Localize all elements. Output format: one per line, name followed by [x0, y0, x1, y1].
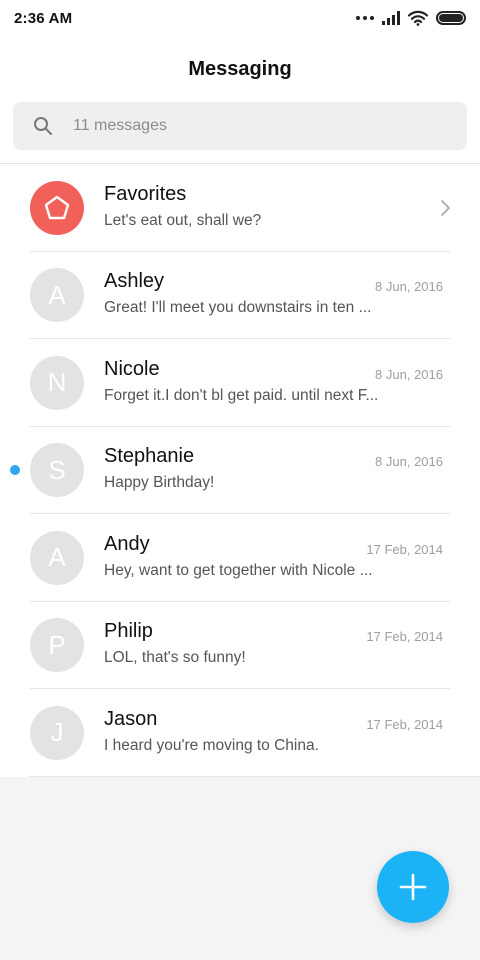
conversation-list: Favorites Let's eat out, shall we? A Ash… — [0, 163, 480, 777]
conversation-text: Andy Hey, want to get together with Nico… — [104, 531, 444, 583]
favorites-avatar — [30, 180, 84, 235]
chevron-right-icon — [441, 199, 450, 216]
message-date: 17 Feb, 2014 — [366, 541, 443, 557]
status-bar: 2:36 AM — [0, 0, 480, 36]
avatar: A — [30, 530, 84, 585]
title-bar: Messaging — [0, 36, 480, 102]
message-preview: Hey, want to get together with Nicole ..… — [104, 561, 373, 579]
favorites-preview: Let's eat out, shall we? — [104, 211, 262, 229]
status-time: 2:36 AM — [14, 9, 73, 27]
conversation-text: Jason I heard you're moving to China. — [104, 706, 444, 758]
compose-button[interactable] — [377, 851, 449, 923]
search-placeholder: 11 messages — [73, 117, 167, 134]
conversation-text: Stephanie Happy Birthday! — [104, 443, 444, 495]
favorites-row[interactable]: Favorites Let's eat out, shall we? — [0, 164, 480, 252]
conversation-row-ashley[interactable]: A Ashley Great! I'll meet you downstairs… — [0, 252, 480, 340]
message-preview: I heard you're moving to China. — [104, 736, 319, 754]
message-preview: LOL, that's so funny! — [104, 649, 246, 667]
page-title: Messaging — [188, 57, 292, 80]
message-date: 8 Jun, 2016 — [375, 454, 443, 470]
avatar: A — [30, 268, 84, 323]
conversation-row-andy[interactable]: A Andy Hey, want to get together with Ni… — [0, 514, 480, 602]
search-icon — [34, 117, 52, 135]
message-date: 8 Jun, 2016 — [375, 366, 443, 382]
avatar: S — [30, 443, 84, 498]
message-preview: Forget it.I don't bl get paid. until nex… — [104, 386, 379, 404]
message-preview: Great! I'll meet you downstairs in ten .… — [104, 299, 372, 317]
conversation-text: Philip LOL, that's so funny! — [104, 618, 444, 670]
avatar: N — [30, 355, 84, 410]
status-icons — [356, 10, 466, 26]
message-date: 17 Feb, 2014 — [366, 716, 443, 732]
message-date: 8 Jun, 2016 — [375, 279, 443, 295]
conversation-row-nicole[interactable]: N Nicole Forget it.I don't bl get paid. … — [0, 339, 480, 427]
message-preview: Happy Birthday! — [104, 474, 215, 492]
search-container: 11 messages — [0, 102, 480, 163]
pentagon-icon — [44, 195, 70, 219]
app-header: 2:36 AM Messaging 11 messages — [0, 0, 480, 163]
conversation-text: Nicole Forget it.I don't bl get paid. un… — [104, 356, 444, 408]
conversation-row-jason[interactable]: J Jason I heard you're moving to China. … — [0, 689, 480, 777]
battery-icon — [436, 11, 466, 25]
avatar: P — [30, 618, 84, 673]
wifi-icon — [408, 10, 428, 26]
unread-indicator — [10, 465, 20, 476]
favorites-name: Favorites — [104, 182, 187, 205]
conversation-row-stephanie[interactable]: S Stephanie Happy Birthday! 8 Jun, 2016 — [0, 427, 480, 515]
conversation-text: Ashley Great! I'll meet you downstairs i… — [104, 268, 444, 320]
signal-icon — [382, 11, 400, 25]
search-input[interactable]: 11 messages — [13, 102, 467, 150]
conversation-row-philip[interactable]: P Philip LOL, that's so funny! 17 Feb, 2… — [0, 602, 480, 690]
message-date: 17 Feb, 2014 — [366, 629, 443, 645]
plus-icon — [399, 873, 427, 901]
more-dots-icon — [356, 16, 374, 20]
favorites-text: Favorites Let's eat out, shall we? — [104, 181, 444, 233]
avatar: J — [30, 705, 84, 760]
